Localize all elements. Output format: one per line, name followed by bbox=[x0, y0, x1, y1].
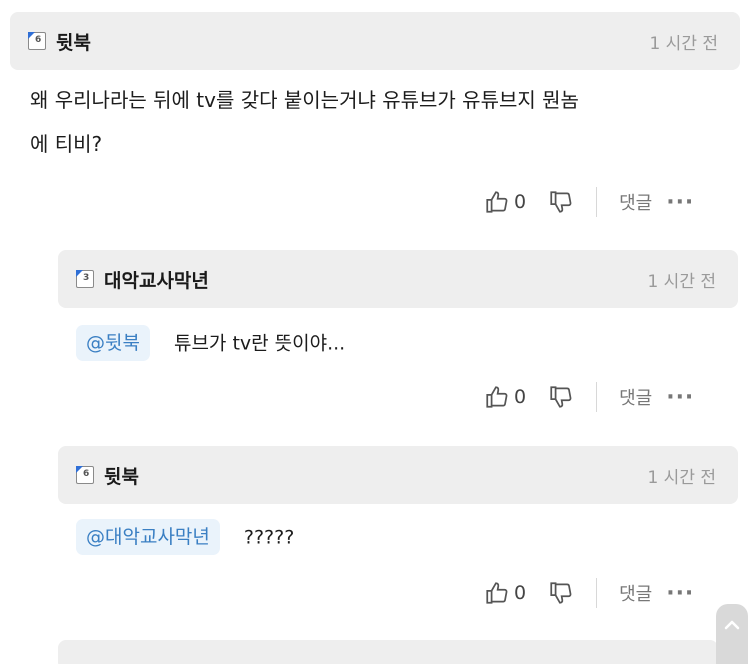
thumbs-down-icon[interactable] bbox=[548, 384, 574, 410]
thumbs-up-icon[interactable] bbox=[484, 384, 510, 410]
reply-text: @뒷북 튜브가 tv란 뜻이야... bbox=[76, 320, 716, 366]
mention-tag[interactable]: @대악교사막년 bbox=[76, 519, 220, 555]
reply-button[interactable]: 댓글 bbox=[619, 189, 652, 215]
comment-actions: 0 댓글 ··· bbox=[484, 377, 694, 417]
user-level-icon: 3 bbox=[76, 270, 94, 288]
reply-header bbox=[58, 640, 718, 664]
reply-text: @대악교사막년????? bbox=[76, 514, 716, 560]
user-level-icon: 6 bbox=[76, 466, 94, 484]
like-count: 0 bbox=[514, 386, 527, 408]
comment-time: 1 시간 전 bbox=[647, 467, 716, 488]
thumbs-up-icon[interactable] bbox=[484, 189, 510, 215]
divider bbox=[596, 578, 598, 608]
comment-header: 6 뒷북 1 시간 전 bbox=[10, 12, 740, 70]
thumbs-down-icon[interactable] bbox=[548, 189, 574, 215]
comment-text: 왜 우리나라는 뒤에 tv를 갖다 붙이는거냐 유튜브가 유튜브지 뭔놈 에 티… bbox=[30, 88, 579, 156]
more-dots-icon[interactable]: ··· bbox=[666, 581, 694, 606]
comment-time: 1 시간 전 bbox=[649, 33, 718, 54]
comment-author[interactable]: 뒷북 bbox=[104, 462, 139, 489]
thumbs-down-icon[interactable] bbox=[548, 580, 574, 606]
reply-button[interactable]: 댓글 bbox=[619, 384, 652, 410]
reply-button[interactable]: 댓글 bbox=[619, 580, 652, 606]
comment-author[interactable]: 뒷북 bbox=[56, 28, 91, 55]
comment-actions: 0 댓글 ··· bbox=[484, 573, 694, 613]
mention-tag[interactable]: @뒷북 bbox=[76, 325, 150, 361]
comment-actions: 0 댓글 ··· bbox=[484, 182, 694, 222]
like-count: 0 bbox=[514, 191, 527, 213]
like-count: 0 bbox=[514, 582, 527, 604]
chevron-up-icon bbox=[724, 616, 740, 664]
comment-author[interactable]: 대악교사막년 bbox=[104, 266, 209, 293]
divider bbox=[596, 187, 598, 217]
scroll-top-button[interactable] bbox=[716, 604, 748, 664]
user-level-icon: 6 bbox=[28, 32, 46, 50]
more-dots-icon[interactable]: ··· bbox=[666, 385, 694, 410]
comment-time: 1 시간 전 bbox=[647, 271, 716, 292]
reply-header: 6 뒷북 1 시간 전 bbox=[58, 446, 738, 504]
divider bbox=[596, 382, 598, 412]
reply-header: 3 대악교사막년 1 시간 전 bbox=[58, 250, 738, 308]
more-dots-icon[interactable]: ··· bbox=[666, 190, 694, 215]
thumbs-up-icon[interactable] bbox=[484, 580, 510, 606]
